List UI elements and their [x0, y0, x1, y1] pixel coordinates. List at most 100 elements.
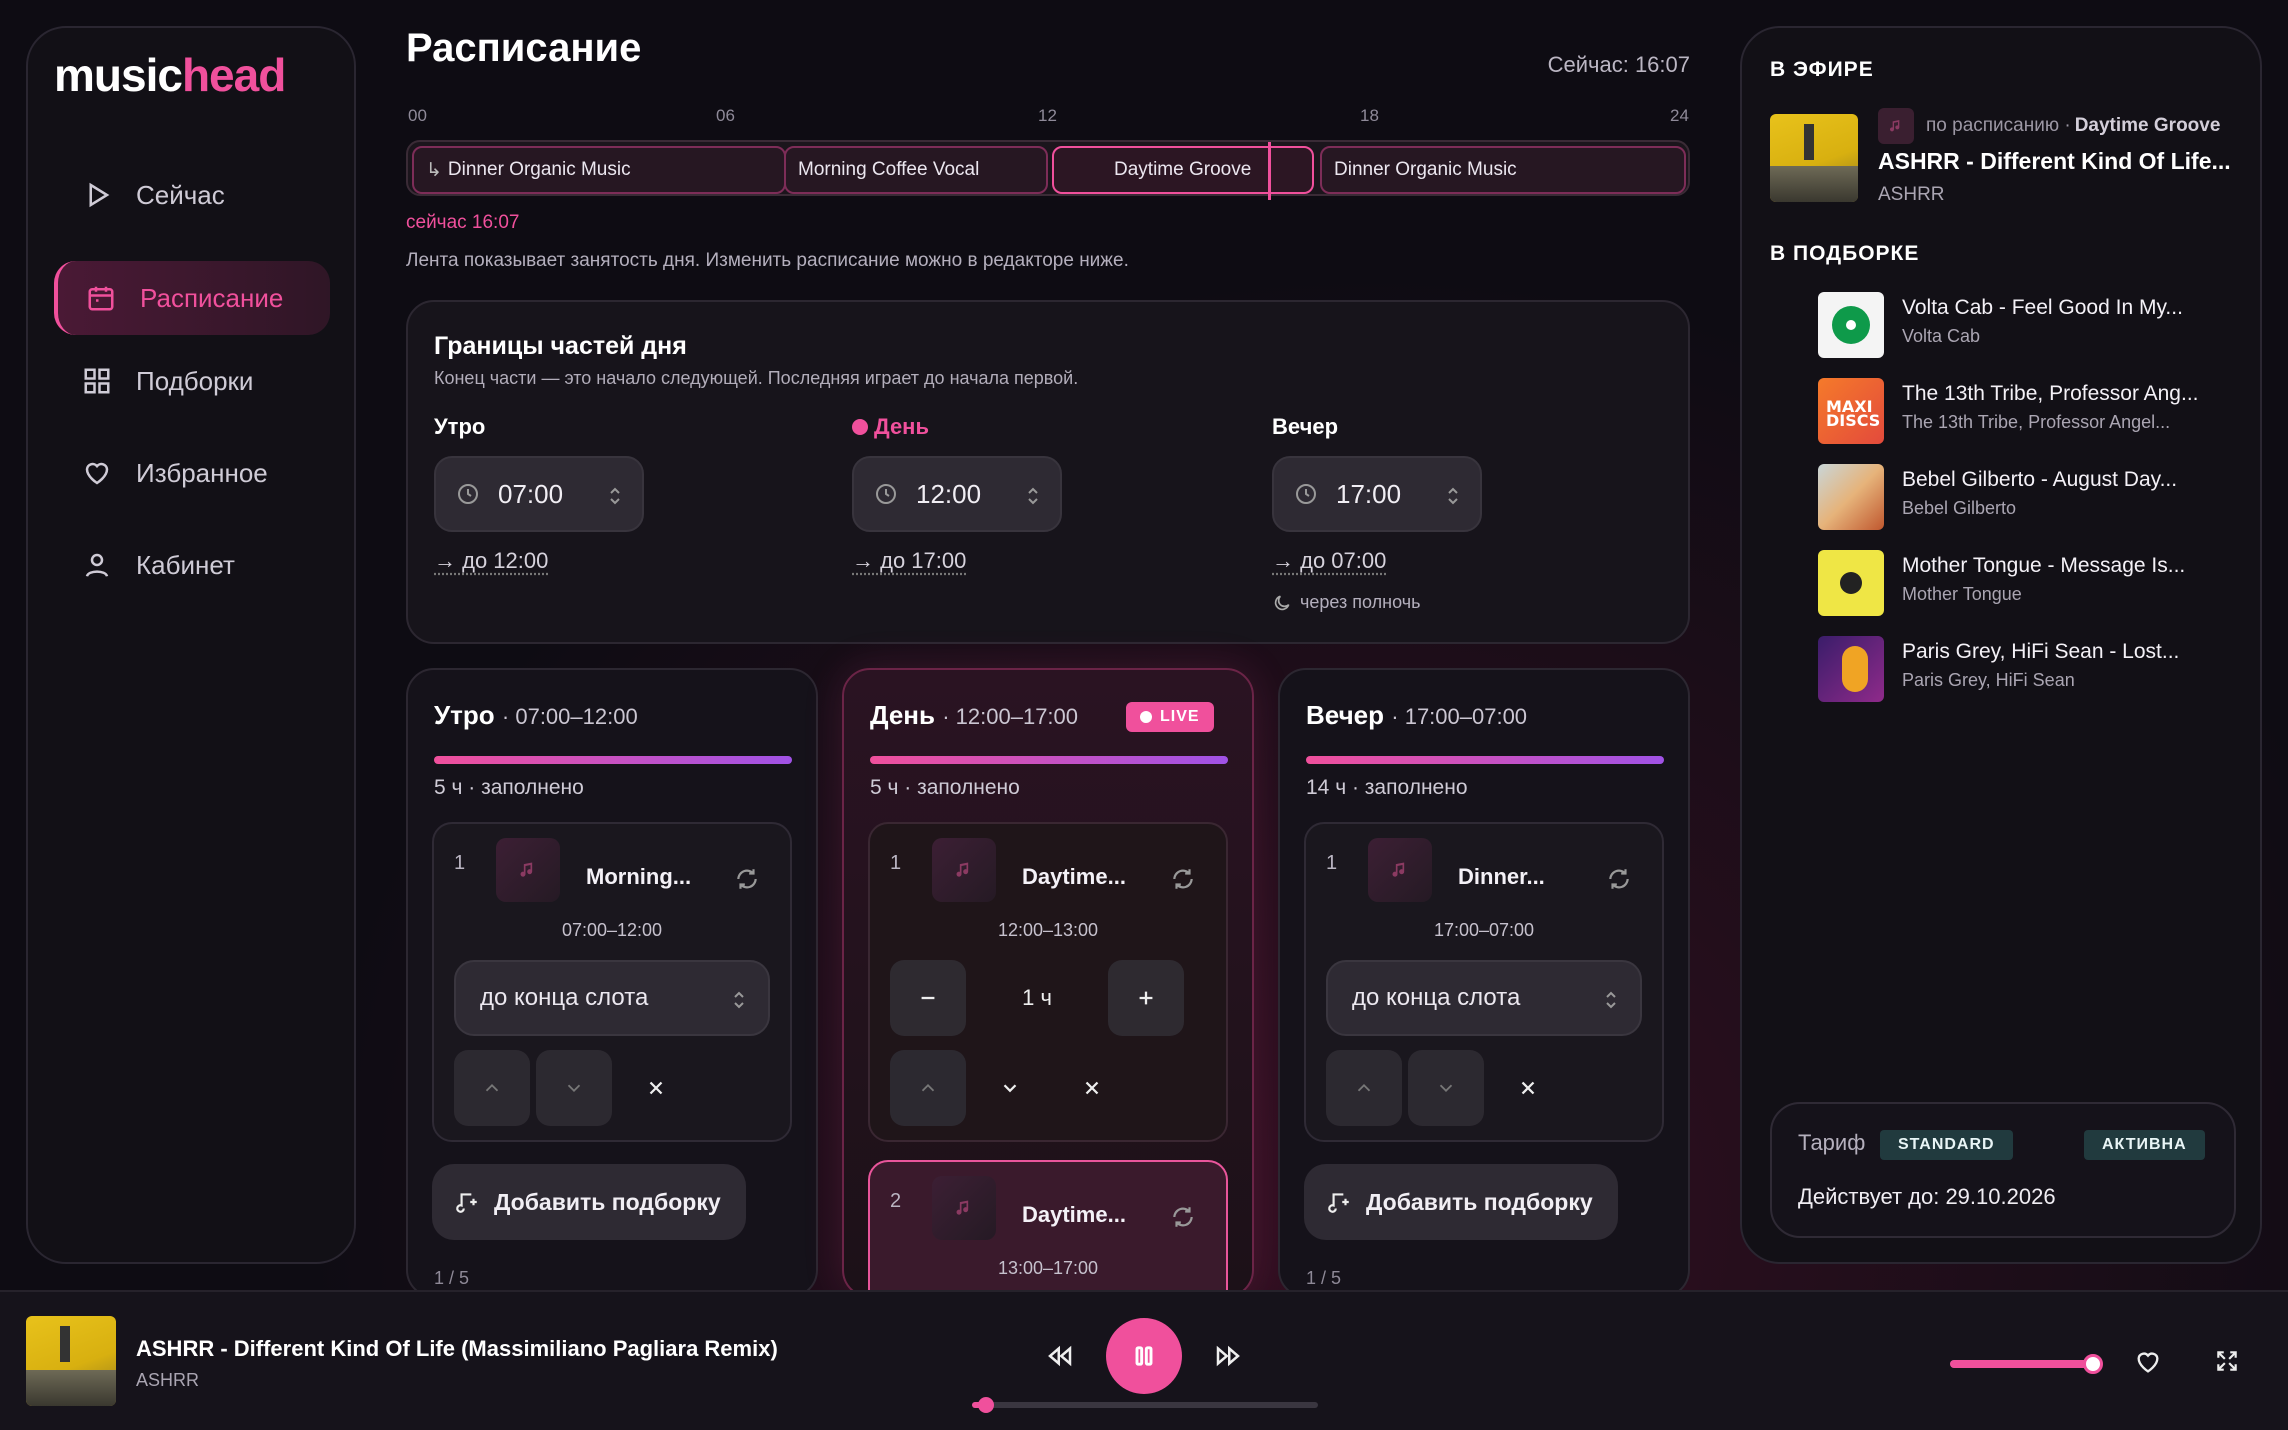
next-button[interactable]: [1208, 1336, 1248, 1376]
slot-item: 1 Dinner... 17:00–07:00 до конца слота: [1304, 822, 1664, 1142]
stepper-icon[interactable]: [1026, 484, 1040, 508]
evening-till-link[interactable]: → до 07:00: [1272, 548, 1386, 574]
slot-collection-name[interactable]: Daytime...: [1022, 864, 1126, 890]
logo[interactable]: musichead: [54, 48, 286, 102]
chevron-down-icon: [1003, 1084, 1017, 1093]
move-down-button[interactable]: [972, 1050, 1048, 1126]
bounds-title: Границы частей дня: [434, 332, 687, 360]
slot-collection-name[interactable]: Morning...: [586, 864, 691, 890]
move-up-button[interactable]: [890, 1050, 966, 1126]
plus-icon: [1139, 991, 1153, 1005]
collection-track[interactable]: Paris Grey, HiFi Sean - Lost... Paris Gre…: [1902, 640, 2242, 691]
duration-value: 1 ч: [1022, 985, 1052, 1010]
slot-time: 12:00–13:00: [997, 920, 1099, 940]
collection-track[interactable]: Volta Cab - Feel Good In My... Volta Cab: [1902, 296, 2242, 347]
sidebar-item-account[interactable]: Кабинет: [54, 528, 330, 602]
refresh-icon[interactable]: [734, 866, 760, 892]
evening-time-input[interactable]: 17:00: [1272, 456, 1482, 532]
timeline-tick: 00: [408, 106, 427, 125]
move-down-button[interactable]: [1408, 1050, 1484, 1126]
clock-icon: [1296, 484, 1316, 504]
collection-count: 1 / 5: [434, 1268, 470, 1288]
sidebar-item-now[interactable]: Сейчас: [54, 158, 330, 232]
sidebar-item-collections[interactable]: Подборки: [54, 344, 330, 418]
progress-handle[interactable]: [978, 1397, 995, 1413]
track-cover: [1818, 292, 1884, 358]
add-collection-button[interactable]: Добавить подборку: [432, 1164, 746, 1240]
heart-icon: [85, 462, 109, 485]
morning-time-input[interactable]: 07:00: [434, 456, 644, 532]
refresh-icon[interactable]: [1170, 1204, 1196, 1230]
timeline-segment[interactable]: Dinner Organic Music: [1320, 146, 1686, 194]
on-air-title[interactable]: ASHRR - Different Kind Of Life...: [1878, 148, 2231, 175]
slot-collection-name[interactable]: Dinner...: [1458, 864, 1545, 890]
move-up-button[interactable]: [1326, 1050, 1402, 1126]
music-note-icon: [956, 1200, 969, 1215]
volume-slider[interactable]: [1950, 1354, 2104, 1374]
remove-button[interactable]: [1054, 1050, 1130, 1126]
tariff-valid-until: Действует до: 29.10.2026: [1798, 1184, 2056, 1209]
slot-mode-select[interactable]: до конца слота: [1326, 960, 1642, 1036]
previous-button[interactable]: [1040, 1336, 1080, 1376]
timeline-segment[interactable]: ↳ Dinner Organic Music: [412, 146, 786, 194]
collection-thumb: [1368, 838, 1432, 902]
day-parts-bounds: Границы частей дня Конец части — это нач…: [406, 300, 1690, 644]
timeline-segment[interactable]: Morning Coffee Vocal: [784, 146, 1048, 194]
overnight-note: через полночь: [1272, 592, 1420, 613]
status-badge: АКТИВНА: [2084, 1130, 2205, 1160]
decrease-duration-button[interactable]: [890, 960, 966, 1036]
stepper-icon[interactable]: [1446, 484, 1460, 508]
refresh-icon[interactable]: [1606, 866, 1632, 892]
pause-button[interactable]: [1106, 1318, 1182, 1394]
player-cover: [26, 1316, 116, 1406]
close-icon: [1521, 1081, 1535, 1095]
move-down-button[interactable]: [536, 1050, 612, 1126]
fill-bar: [434, 756, 792, 764]
timeline-tick: 12: [1038, 106, 1057, 125]
slot-item-playing: 2 Daytime... 13:00–17:00: [868, 1160, 1228, 1296]
day-time-input[interactable]: 12:00: [852, 456, 1062, 532]
slot-item: 1 Morning... 07:00–12:00 до конца слота: [432, 822, 792, 1142]
remove-button[interactable]: [1490, 1050, 1566, 1126]
slot-time: 13:00–17:00: [997, 1258, 1099, 1278]
sidebar-item-schedule[interactable]: Расписание: [54, 261, 330, 335]
move-up-button[interactable]: [454, 1050, 530, 1126]
track-cover: [1818, 636, 1884, 702]
stepper-icon: [734, 991, 744, 1009]
timeline-tick: 24: [1670, 106, 1689, 125]
favorite-button[interactable]: [2134, 1348, 2166, 1380]
day-till-link[interactable]: → до 17:00: [852, 548, 966, 574]
calendar-icon: [88, 286, 114, 311]
timeline-segment-current[interactable]: Daytime Groove: [1052, 146, 1314, 194]
track-cover: [1818, 550, 1884, 616]
fill-bar: [870, 756, 1228, 764]
progress-bar[interactable]: [972, 1397, 1318, 1413]
remove-button[interactable]: [618, 1050, 694, 1126]
now-playing-panel: В ЭФИРЕ по расписанию · Daytime Groove A…: [1740, 26, 2262, 1264]
timeline-tick: 18: [1360, 106, 1379, 125]
day-timeline: ↳ Dinner Organic Music Morning Coffee Voc…: [406, 140, 1690, 200]
sidebar-item-favorites[interactable]: Избранное: [54, 436, 330, 510]
pause-icon: [1135, 1346, 1153, 1366]
add-collection-button[interactable]: Добавить подборку: [1304, 1164, 1618, 1240]
slot-mode-select[interactable]: до конца слота: [454, 960, 770, 1036]
morning-till-link[interactable]: → до 12:00: [434, 548, 548, 574]
refresh-icon[interactable]: [1170, 866, 1196, 892]
playlist-add-icon: [456, 1193, 477, 1213]
collection-thumb: [932, 838, 996, 902]
live-badge: LIVE: [1126, 702, 1214, 732]
timeline-tick: 06: [716, 106, 735, 125]
stepper-icon[interactable]: [608, 484, 622, 508]
collection-track[interactable]: The 13th Tribe, Professor Ang... The 13th…: [1902, 382, 2242, 433]
volume-handle[interactable]: [2083, 1354, 2104, 1374]
collection-track[interactable]: Mother Tongue - Message Is... Mother Tong…: [1902, 554, 2242, 605]
fullscreen-button[interactable]: [2214, 1348, 2246, 1380]
chevron-down-icon: [567, 1084, 581, 1093]
clock-icon: [458, 484, 478, 504]
slot-collection-name[interactable]: Daytime...: [1022, 1202, 1126, 1228]
increase-duration-button[interactable]: [1108, 960, 1184, 1036]
minus-icon: [921, 996, 935, 1000]
chevron-up-icon: [485, 1083, 499, 1092]
collection-thumb: [932, 1176, 996, 1240]
collection-track[interactable]: Bebel Gilberto - August Day... Bebel Gilb…: [1902, 468, 2242, 519]
